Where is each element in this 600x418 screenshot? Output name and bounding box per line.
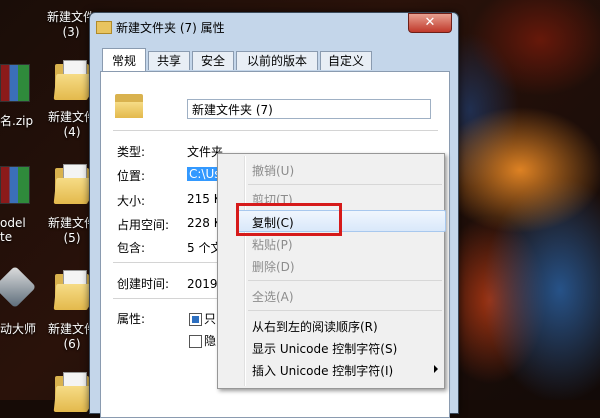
readonly-label: 只 <box>204 312 217 326</box>
folder-icon <box>53 60 91 100</box>
divider <box>113 130 438 131</box>
folder-icon <box>53 270 91 310</box>
annotation-highlight-box <box>236 203 342 236</box>
winrar-archive-icon <box>0 166 30 204</box>
desktop-label-zip: 名.zip <box>0 112 33 129</box>
menu-item-delete[interactable]: 删除(D) <box>252 258 295 275</box>
menu-item-undo[interactable]: 撤销(U) <box>252 162 294 179</box>
app-label: 动大师 <box>0 322 37 336</box>
desktop-label-app: 动大师 <box>0 320 36 337</box>
winrar-archive-icon <box>0 64 30 102</box>
menu-separator <box>248 184 442 185</box>
zip-label: 名.zip <box>0 114 34 128</box>
menu-separator <box>248 310 442 311</box>
hidden-label: 隐 <box>204 334 217 348</box>
model-label-2: te <box>0 230 13 244</box>
size-label: 大小: <box>117 194 146 208</box>
tab-security[interactable]: 安全 <box>192 51 234 70</box>
archive-icon-2[interactable] <box>0 166 30 204</box>
dialog-title: 新建文件夹 (7) 属性 <box>116 21 225 35</box>
size-on-disk-label: 占用空间: <box>117 218 170 232</box>
attributes-label: 属性: <box>117 312 146 326</box>
tab-sharing[interactable]: 共享 <box>148 51 190 70</box>
model-label: odel <box>0 216 26 230</box>
menu-item-select-all[interactable]: 全选(A) <box>252 288 294 305</box>
desktop-label-model: odel te <box>0 216 26 244</box>
archive-icon[interactable] <box>0 64 30 102</box>
app-icon[interactable] <box>0 265 37 309</box>
folder-icon <box>96 21 112 34</box>
menu-item-paste[interactable]: 粘贴(P) <box>252 236 293 253</box>
readonly-checkbox[interactable] <box>189 313 202 326</box>
submenu-arrow-icon <box>434 365 438 373</box>
menu-item-rtl[interactable]: 从右到左的阅读顺序(R) <box>252 318 378 335</box>
menu-gutter <box>244 156 246 386</box>
close-button[interactable]: ✕ <box>408 13 452 33</box>
type-label: 类型: <box>117 145 146 159</box>
hidden-checkbox[interactable] <box>189 335 202 348</box>
folder-name-input[interactable]: 新建文件夹 (7) <box>187 99 431 119</box>
folder-icon <box>115 94 143 118</box>
contains-label: 包含: <box>117 241 146 255</box>
menu-item-insert-unicode[interactable]: 插入 Unicode 控制字符(I) <box>252 362 393 379</box>
menu-separator <box>248 280 442 281</box>
tab-general[interactable]: 常规 <box>102 48 146 71</box>
folder-icon <box>53 372 91 412</box>
context-menu: 撤销(U) 剪切(T) 复制(C) 粘贴(P) 删除(D) 全选(A) 从右到左… <box>217 153 446 389</box>
location-label: 位置: <box>117 169 146 183</box>
tab-customize[interactable]: 自定义 <box>320 51 372 70</box>
created-label: 创建时间: <box>117 277 170 291</box>
title-bar[interactable]: 新建文件夹 (7) 属性 ✕ <box>90 13 458 41</box>
menu-item-show-unicode[interactable]: 显示 Unicode 控制字符(S) <box>252 340 397 357</box>
folder-icon <box>53 164 91 204</box>
tab-previous-versions[interactable]: 以前的版本 <box>236 51 318 70</box>
